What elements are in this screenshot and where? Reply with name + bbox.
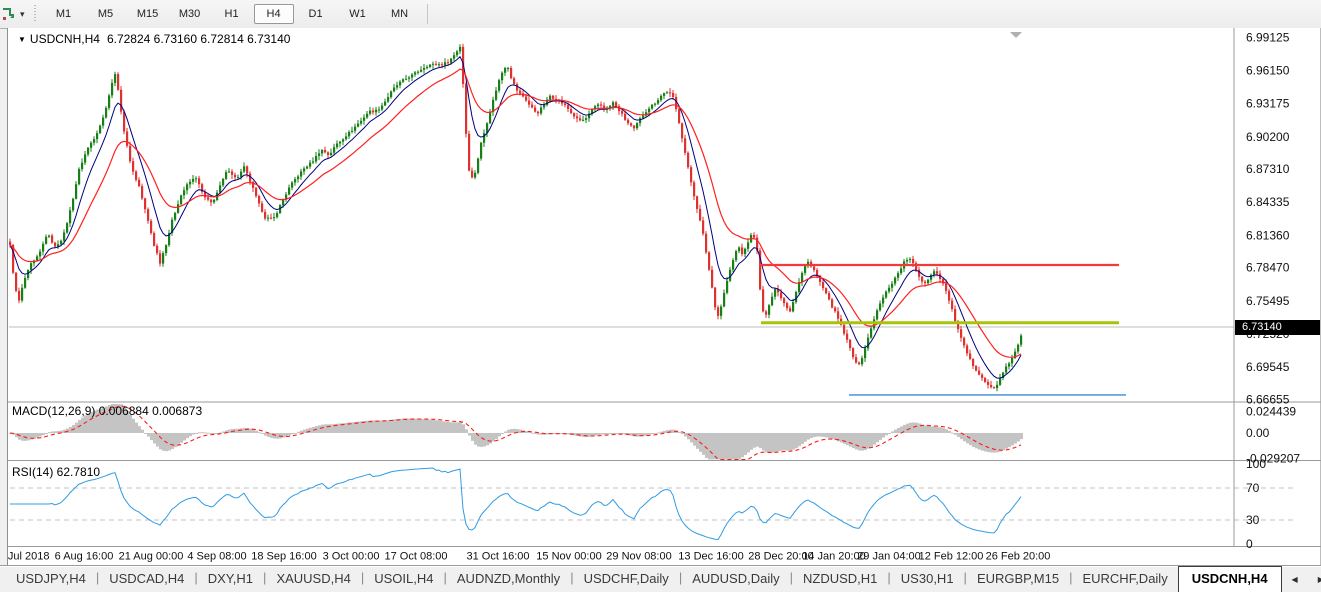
- svg-text:26 Feb 20:00: 26 Feb 20:00: [986, 551, 1051, 563]
- macd-legend: MACD(12,26,9) 0.006884 0.006873: [12, 404, 202, 418]
- main-chart-svg[interactable]: 6.99125 6.96150 6.93175 6.90200 6.87310 6.843…: [8, 28, 1321, 566]
- tab-scroll-right-icon[interactable]: ▶: [1308, 575, 1321, 584]
- svg-text:70: 70: [1246, 481, 1260, 495]
- ohlc-values: 6.72824 6.73160 6.72814 6.73140: [107, 32, 291, 46]
- ma-slow-line: [10, 69, 1021, 357]
- timeframe-button-w1[interactable]: W1: [338, 4, 378, 24]
- tab-usdcad-h4[interactable]: USDCAD,H4: [99, 566, 194, 592]
- svg-text:17 Oct 08:00: 17 Oct 08:00: [385, 551, 448, 563]
- tab-usoil-h4[interactable]: USOIL,H4: [364, 566, 443, 592]
- chart-shift-marker-icon[interactable]: [1010, 32, 1022, 38]
- timeframe-button-m5[interactable]: M5: [86, 4, 126, 24]
- timeframe-button-h4[interactable]: H4: [254, 4, 294, 24]
- tab-usdjpy-h4[interactable]: USDJPY,H4: [6, 566, 96, 592]
- svg-text:6.90200: 6.90200: [1246, 130, 1290, 144]
- timeframe-toolbar: ▾ M1M5M15M30H1H4D1W1MN: [0, 0, 1321, 29]
- svg-text:12 Feb 12:00: 12 Feb 12:00: [919, 551, 984, 563]
- timeframe-buttons: M1M5M15M30H1H4D1W1MN: [43, 4, 421, 24]
- timeframe-button-m30[interactable]: M30: [170, 4, 210, 24]
- chart-tab-bar: USDJPY,H4|USDCAD,H4|DXY,H1|XAUUSD,H4|USO…: [0, 565, 1321, 592]
- toolbar-separator: [427, 4, 428, 24]
- svg-text:4 Sep 08:00: 4 Sep 08:00: [187, 551, 246, 563]
- svg-text:6.96150: 6.96150: [1246, 63, 1290, 77]
- svg-text:31 Oct 16:00: 31 Oct 16:00: [467, 551, 530, 563]
- timeframe-button-mn[interactable]: MN: [380, 4, 420, 24]
- timeframe-button-d1[interactable]: D1: [296, 4, 336, 24]
- candles-layer: [9, 44, 1022, 391]
- svg-text:6.81360: 6.81360: [1246, 228, 1290, 242]
- svg-text:3 Oct 00:00: 3 Oct 00:00: [323, 551, 380, 563]
- svg-text:6.69545: 6.69545: [1246, 360, 1290, 374]
- chart-title-legend: ▼ USDCNH,H4 6.72824 6.73160 6.72814 6.7314…: [18, 32, 290, 46]
- timeframe-button-m1[interactable]: M1: [44, 4, 84, 24]
- tab-audusd-daily[interactable]: AUDUSD,Daily: [682, 566, 789, 592]
- svg-text:0.00: 0.00: [1246, 426, 1270, 440]
- svg-text:30: 30: [1246, 513, 1260, 527]
- tab-audnzd-monthly[interactable]: AUDNZD,Monthly: [447, 566, 570, 592]
- rsi-pane: [10, 468, 1294, 540]
- svg-text:6.75495: 6.75495: [1246, 294, 1290, 308]
- svg-text:18 Sep 16:00: 18 Sep 16:00: [251, 551, 316, 563]
- time-axis-labels: 23 Jul 2018 6 Aug 16:00 21 Aug 00:004 Sep …: [8, 551, 1050, 563]
- svg-text:13 Dec 16:00: 13 Dec 16:00: [678, 551, 743, 563]
- symbol-period-label: USDCNH,H4: [30, 32, 100, 46]
- tab-usdcnh-h4[interactable]: USDCNH,H4: [1178, 566, 1282, 592]
- svg-text:6.84335: 6.84335: [1246, 195, 1290, 209]
- chart-window[interactable]: ▼ USDCNH,H4 6.72824 6.73160 6.72814 6.7314…: [7, 28, 1321, 566]
- moving-averages: [10, 57, 1021, 378]
- title-marker-icon[interactable]: ▼: [18, 35, 26, 44]
- svg-text:6 Aug 16:00: 6 Aug 16:00: [55, 551, 114, 563]
- svg-text:6.78470: 6.78470: [1246, 261, 1290, 275]
- timeframe-button-m15[interactable]: M15: [128, 4, 168, 24]
- svg-text:29 Jan 04:00: 29 Jan 04:00: [857, 551, 921, 563]
- current-price-box: 6.73140: [1235, 320, 1320, 335]
- rsi-legend: RSI(14) 62.7810: [12, 465, 100, 479]
- svg-text:6.99125: 6.99125: [1246, 30, 1290, 44]
- svg-text:23 Jul 2018: 23 Jul 2018: [8, 551, 49, 563]
- timeframe-button-h1[interactable]: H1: [212, 4, 252, 24]
- tab-dxy-h1[interactable]: DXY,H1: [198, 566, 263, 592]
- svg-text:21 Aug 00:00: 21 Aug 00:00: [119, 551, 184, 563]
- tab-xauusd-h4[interactable]: XAUUSD,H4: [266, 566, 360, 592]
- tab-scroll-left-icon[interactable]: ◀: [1282, 575, 1308, 584]
- ma-fast-line: [10, 57, 1021, 378]
- tab-eurchf-daily[interactable]: EURCHF,Daily: [1072, 566, 1177, 592]
- charts-icon[interactable]: [2, 6, 18, 22]
- svg-text:6.93175: 6.93175: [1246, 97, 1290, 111]
- price-axis-labels: 6.99125 6.96150 6.93175 6.90200 6.87310 6.843…: [1246, 30, 1300, 551]
- svg-text:0: 0: [1246, 537, 1253, 551]
- svg-text:0.024439: 0.024439: [1246, 405, 1296, 419]
- toolbar-grip[interactable]: [33, 5, 38, 23]
- mt4-workspace: { "toolbar": { "timeframes": ["M1","M5",…: [0, 0, 1321, 592]
- tab-us30-h1[interactable]: US30,H1: [891, 566, 964, 592]
- tab-scroll-controls: ◀ ▶: [1282, 566, 1321, 592]
- svg-text:100: 100: [1246, 457, 1266, 471]
- rsi-line: [10, 468, 1021, 540]
- svg-text:29 Nov 08:00: 29 Nov 08:00: [606, 551, 671, 563]
- svg-text:6.87310: 6.87310: [1246, 162, 1290, 176]
- tab-eurgbp-m15[interactable]: EURGBP,M15: [967, 566, 1069, 592]
- svg-text:15 Nov 00:00: 15 Nov 00:00: [536, 551, 601, 563]
- chevron-down-icon[interactable]: ▾: [20, 9, 25, 20]
- tab-usdchf-daily[interactable]: USDCHF,Daily: [574, 566, 679, 592]
- tab-nzdusd-h1[interactable]: NZDUSD,H1: [793, 566, 887, 592]
